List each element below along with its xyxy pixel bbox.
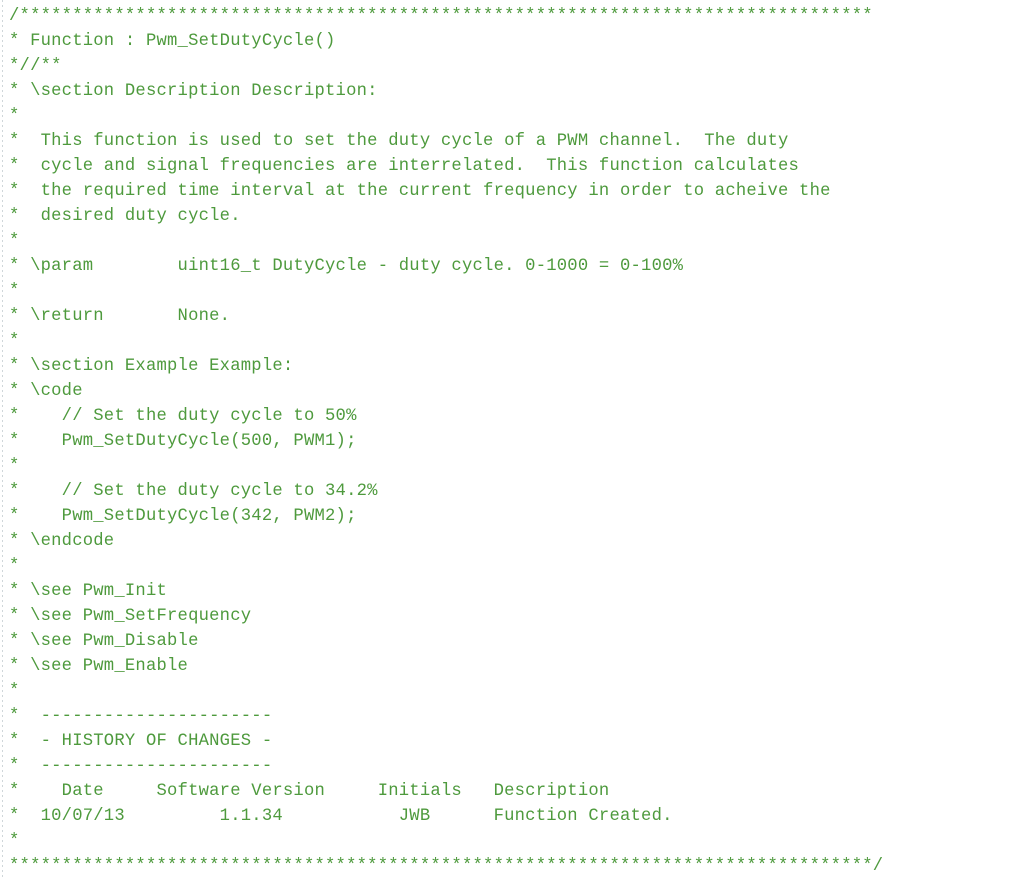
code-line: * \section Description Description: <box>9 82 378 101</box>
code-line: * \param uint16_t DutyCycle - duty cycle… <box>9 257 684 276</box>
code-line: * \see Pwm_SetFrequency <box>9 607 252 626</box>
code-line: * \see Pwm_Disable <box>9 632 199 651</box>
code-line: *//** <box>9 57 62 76</box>
code-line: * \code <box>9 382 83 401</box>
code-line: * ---------------------- <box>9 707 273 726</box>
code-line: ****************************************… <box>9 857 884 876</box>
code-line: * 10/07/13 1.1.34 JWB Function Created. <box>9 807 673 826</box>
code-content: /***************************************… <box>9 4 1024 879</box>
code-line: * \section Example Example: <box>9 357 294 376</box>
code-line: * - HISTORY OF CHANGES - <box>9 732 273 751</box>
code-line: * \endcode <box>9 532 115 551</box>
code-line: * <box>9 282 20 301</box>
code-text-area[interactable]: /***************************************… <box>0 4 1024 879</box>
code-line: * desired duty cycle. <box>9 207 241 226</box>
code-line: * \see Pwm_Init <box>9 582 168 601</box>
code-line: * ---------------------- <box>9 757 273 776</box>
code-line: * cycle and signal frequencies are inter… <box>9 157 800 176</box>
code-line: * \return None. <box>9 307 231 326</box>
code-line: /***************************************… <box>9 7 873 26</box>
code-line: * <box>9 557 20 576</box>
code-line: * <box>9 232 20 251</box>
code-line: * <box>9 107 20 126</box>
code-line: * <box>9 332 20 351</box>
code-line: * Function : Pwm_SetDutyCycle() <box>9 32 336 51</box>
code-comment-block: /***************************************… <box>0 0 1024 877</box>
code-line: * // Set the duty cycle to 50% <box>9 407 357 426</box>
code-line: * Date Software Version Initials Descrip… <box>9 782 610 801</box>
code-line: * <box>9 682 20 701</box>
code-line: * <box>9 457 20 476</box>
code-line: * <box>9 832 20 851</box>
code-line: * Pwm_SetDutyCycle(500, PWM1); <box>9 432 357 451</box>
code-line: * \see Pwm_Enable <box>9 657 189 676</box>
code-line: * // Set the duty cycle to 34.2% <box>9 482 378 501</box>
code-line: * This function is used to set the duty … <box>9 132 789 151</box>
code-line: * Pwm_SetDutyCycle(342, PWM2); <box>9 507 357 526</box>
code-line: * the required time interval at the curr… <box>9 182 831 201</box>
